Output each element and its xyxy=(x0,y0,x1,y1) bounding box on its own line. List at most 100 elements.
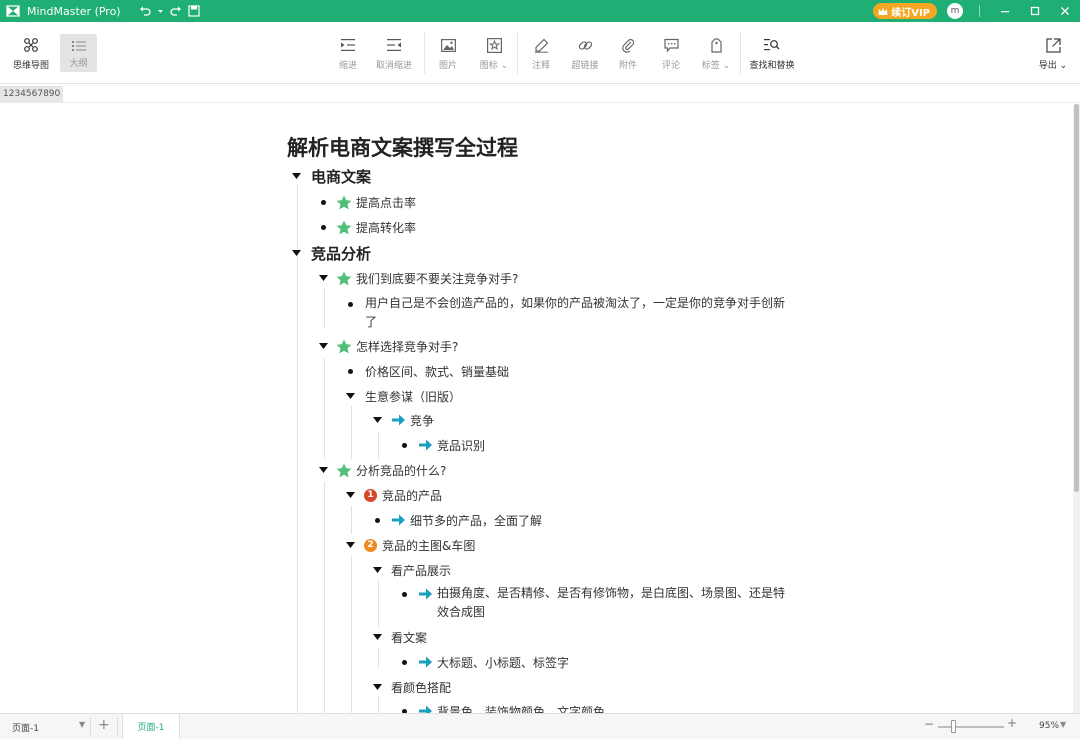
collapse-icon[interactable] xyxy=(371,631,383,643)
document-tab[interactable]: 1234567890 xyxy=(0,86,64,102)
collapse-icon[interactable] xyxy=(290,247,302,259)
list-item[interactable]: 看产品展示 xyxy=(371,560,451,580)
list-item[interactable]: 看颜色搭配 xyxy=(371,677,451,697)
collapse-icon[interactable] xyxy=(371,414,383,426)
divider xyxy=(424,32,425,74)
list-item-label: 背景色、装饰物颜色、文字颜色 xyxy=(437,704,606,714)
minimize-button[interactable] xyxy=(990,0,1020,22)
collapse-icon[interactable] xyxy=(344,539,356,551)
list-item[interactable]: 拍摄角度、是否精修、是否有修饰物，是白底图、场景图、还是特效合成图 xyxy=(398,584,787,622)
list-item[interactable]: 我们到底要不要关注竞争对手? xyxy=(317,268,518,288)
list-item-label: 提高点击率 xyxy=(356,195,417,210)
close-button[interactable] xyxy=(1050,0,1080,22)
outdent-button[interactable]: 取消缩进 xyxy=(374,22,414,84)
export-button[interactable]: 导出 ⌄ xyxy=(1037,22,1069,84)
page-select[interactable]: 页面-1 xyxy=(12,721,39,734)
list-item[interactable]: 1 竞品的产品 xyxy=(344,485,442,505)
list-item[interactable]: 价格区间、款式、销量基础 xyxy=(344,361,509,381)
list-item[interactable]: 生意参谋（旧版） xyxy=(344,386,461,406)
list-item[interactable]: 细节多的产品，全面了解 xyxy=(371,510,542,530)
list-item[interactable]: 提高点击率 xyxy=(317,192,416,212)
icon-button[interactable]: 图标 ⌄ xyxy=(478,22,510,84)
list-item-label: 电商文案 xyxy=(311,167,372,186)
comment-button[interactable]: 评论 xyxy=(658,22,684,84)
maximize-button[interactable] xyxy=(1020,0,1050,22)
arrow-right-icon xyxy=(390,412,406,428)
list-item-label: 我们到底要不要关注竞争对手? xyxy=(356,271,519,286)
find-replace-button[interactable]: 查找和替换 xyxy=(748,22,796,84)
image-button[interactable]: 图片 xyxy=(436,22,460,84)
zoom-out-button[interactable]: − xyxy=(924,717,934,731)
list-item[interactable]: 电商文案 xyxy=(290,166,371,186)
list-item[interactable]: 竞争 xyxy=(371,410,434,430)
guide-line xyxy=(324,358,325,459)
hyperlink-label: 超链接 xyxy=(571,61,599,71)
list-icon xyxy=(71,38,86,54)
icon-label: 图标 xyxy=(479,61,498,71)
undo-dropdown-icon[interactable] xyxy=(157,8,164,15)
zoom-in-button[interactable]: + xyxy=(1007,716,1017,730)
outline-title[interactable]: 解析电商文案撰写全过程 xyxy=(287,132,518,162)
vertical-scrollbar[interactable] xyxy=(1073,104,1080,713)
indent-button[interactable]: 缩进 xyxy=(333,22,363,84)
collapse-icon[interactable] xyxy=(344,390,356,402)
guide-line xyxy=(378,579,379,627)
link-icon xyxy=(578,35,593,55)
list-item[interactable]: 竞品识别 xyxy=(398,435,485,455)
star-icon xyxy=(336,338,352,354)
list-item-label: 竞品的产品 xyxy=(382,488,443,503)
attachment-button[interactable]: 附件 xyxy=(614,22,642,84)
page-tab[interactable]: 页面-1 xyxy=(122,714,180,739)
collapse-icon[interactable] xyxy=(317,464,329,476)
list-item-label: 竞品分析 xyxy=(311,244,372,263)
minimize-icon xyxy=(1001,11,1009,13)
note-button[interactable]: 注释 xyxy=(528,22,554,84)
zoom-slider-handle[interactable] xyxy=(951,720,956,733)
mindmap-icon xyxy=(23,35,39,55)
chevron-down-icon[interactable]: ▼ xyxy=(79,720,85,729)
list-item[interactable]: 分析竞品的什么? xyxy=(317,460,446,480)
add-page-button[interactable]: + xyxy=(98,717,110,733)
collapse-icon[interactable] xyxy=(344,489,356,501)
mindmap-view-button[interactable]: 思维导图 xyxy=(10,22,52,84)
zoom-slider[interactable] xyxy=(938,726,1004,728)
list-item-label: 大标题、小标题、标签字 xyxy=(437,655,570,670)
undo-icon[interactable] xyxy=(139,5,151,17)
list-item[interactable]: 大标题、小标题、标签字 xyxy=(398,652,569,672)
list-item[interactable]: 2 竞品的主图&车图 xyxy=(344,535,475,555)
arrow-right-icon xyxy=(417,703,433,713)
list-item-label: 细节多的产品，全面了解 xyxy=(410,513,543,528)
collapse-icon[interactable] xyxy=(371,564,383,576)
collapse-icon[interactable] xyxy=(317,272,329,284)
collapse-icon[interactable] xyxy=(371,681,383,693)
bullet-icon xyxy=(371,514,383,526)
outline-view-button[interactable]: 大纲 xyxy=(60,34,97,72)
zoom-level[interactable]: 95% xyxy=(1039,721,1059,731)
collapse-icon[interactable] xyxy=(317,340,329,352)
image-icon xyxy=(440,35,456,55)
avatar[interactable]: m xyxy=(947,3,963,19)
scrollbar-thumb[interactable] xyxy=(1074,104,1079,492)
divider xyxy=(90,718,91,736)
chevron-down-icon: ⌄ xyxy=(722,61,731,71)
hyperlink-button[interactable]: 超链接 xyxy=(569,22,601,84)
list-item[interactable]: 用户自己是不会创造产品的，如果你的产品被淘汰了，一定是你的竞争对手创新了 xyxy=(344,294,785,332)
list-item[interactable]: 竞品分析 xyxy=(290,243,371,263)
list-item-label: 分析竞品的什么? xyxy=(356,463,447,478)
list-item[interactable]: 看文案 xyxy=(371,627,427,647)
collapse-icon[interactable] xyxy=(290,170,302,182)
list-item[interactable]: 背景色、装饰物颜色、文字颜色 xyxy=(398,701,605,713)
chevron-down-icon[interactable]: ▼ xyxy=(1060,720,1066,729)
redo-icon[interactable] xyxy=(170,5,182,17)
tag-button[interactable]: 标签 ⌄ xyxy=(701,22,731,84)
list-item-label: 生意参谋（旧版） xyxy=(365,389,462,404)
outdent-icon xyxy=(386,35,402,55)
star-icon xyxy=(336,462,352,478)
list-item-label: 竞品的主图&车图 xyxy=(382,538,476,553)
guide-line xyxy=(324,482,325,713)
close-icon xyxy=(1061,7,1069,15)
renew-vip-button[interactable]: 续订VIP xyxy=(873,3,937,19)
save-icon[interactable] xyxy=(188,5,200,17)
list-item[interactable]: 提高转化率 xyxy=(317,217,416,237)
list-item[interactable]: 怎样选择竞争对手? xyxy=(317,336,458,356)
